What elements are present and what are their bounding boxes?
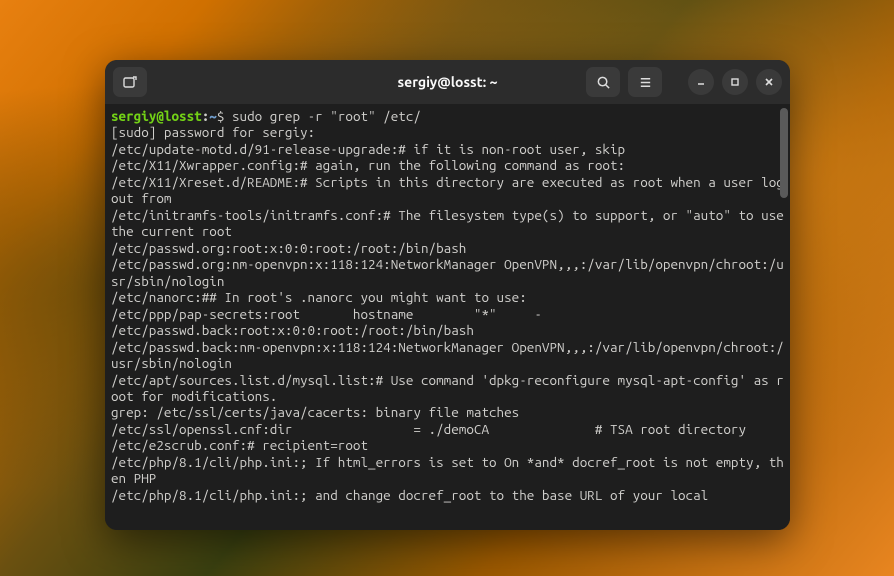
output-line: /etc/initramfs-tools/initramfs.conf:# Th… (111, 207, 790, 239)
new-tab-icon (122, 74, 138, 90)
output-line: /etc/passwd.org:root:x:0:0:root:/root:/b… (111, 240, 466, 256)
output-line: /etc/ssl/openssl.cnf:dir = ./demoCA # TS… (111, 421, 746, 437)
maximize-button[interactable] (722, 69, 748, 95)
output-line: /etc/nanorc:## In root's .nanorc you mig… (111, 289, 527, 305)
output-line: /etc/e2scrub.conf:# recipient=root (111, 437, 368, 453)
output-line: /etc/passwd.org:nm-openvpn:x:118:124:Net… (111, 256, 784, 288)
output-line: /etc/php/8.1/cli/php.ini:; and change do… (111, 487, 708, 503)
output-line: /etc/php/8.1/cli/php.ini:; If html_error… (111, 454, 784, 486)
close-icon (763, 76, 775, 88)
output-line: [sudo] password for sergiy: (111, 124, 315, 140)
output-line: grep: /etc/ssl/certs/java/cacerts: binar… (111, 404, 519, 420)
output-line: /etc/X11/Xreset.d/README:# Scripts in th… (111, 174, 790, 206)
window-titlebar: sergiy@losst: ~ (105, 60, 790, 104)
terminal-window: sergiy@losst: ~ (105, 60, 790, 530)
output-line: /etc/passwd.back:root:x:0:0:root:/root:/… (111, 322, 474, 338)
new-tab-button[interactable] (113, 67, 147, 97)
minimize-button[interactable] (688, 69, 714, 95)
search-button[interactable] (586, 67, 620, 97)
command-text: sudo grep -r "root" /etc/ (232, 108, 421, 124)
output-line: /etc/update-motd.d/91-release-upgrade:# … (111, 141, 625, 157)
output-line: /etc/X11/Xwrapper.config:# again, run th… (111, 157, 625, 173)
minimize-icon (695, 76, 707, 88)
output-line: /etc/ppp/pap-secrets:root hostname "*" - (111, 306, 542, 322)
maximize-icon (729, 76, 741, 88)
search-icon (596, 75, 611, 90)
terminal-scrollbar[interactable] (780, 108, 788, 198)
close-button[interactable] (756, 69, 782, 95)
window-title: sergiy@losst: ~ (398, 74, 498, 90)
hamburger-menu-button[interactable] (628, 67, 662, 97)
hamburger-icon (638, 75, 653, 90)
output-line: /etc/passwd.back:nm-openvpn:x:118:124:Ne… (111, 339, 784, 371)
prompt-path: ~ (209, 108, 217, 124)
terminal-content-area[interactable]: sergiy@losst:~$ sudo grep -r "root" /etc… (105, 104, 790, 530)
output-line: /etc/apt/sources.list.d/mysql.list:# Use… (111, 372, 784, 404)
prompt-symbol: $ (217, 108, 225, 124)
prompt-user-host: sergiy@losst (111, 108, 202, 124)
